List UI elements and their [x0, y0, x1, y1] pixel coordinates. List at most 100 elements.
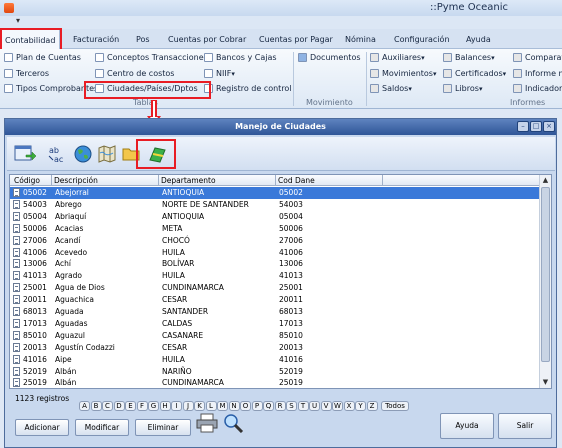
- documentos-button[interactable]: Documentos: [298, 53, 361, 62]
- indicadores-button[interactable]: Indicador: [513, 84, 562, 93]
- letter-filter-button[interactable]: E: [125, 401, 136, 411]
- letter-filter-button[interactable]: L: [205, 401, 217, 411]
- flag-icon[interactable]: [145, 142, 169, 166]
- libros-button[interactable]: Libros: [443, 84, 482, 93]
- centro-de-costos-button[interactable]: Centro de costos: [95, 69, 174, 78]
- scroll-up-icon[interactable]: ▲: [540, 175, 551, 186]
- letter-filter-button[interactable]: B: [90, 401, 102, 411]
- table-row[interactable]: 20013 Agustín Codazzi CESAR 20013: [10, 342, 540, 354]
- tipos-comprobantes-button[interactable]: Tipos Comprobantes: [4, 84, 98, 93]
- column-divider[interactable]: [158, 175, 159, 186]
- table-row[interactable]: 13006 Achí BOLÍVAR 13006: [10, 258, 540, 270]
- table-row[interactable]: 25001 Agua de Dios CUNDINAMARCA 25001: [10, 282, 540, 294]
- print-icon[interactable]: [195, 411, 219, 435]
- vertical-scrollbar[interactable]: ▲ ▼: [539, 175, 551, 388]
- table-row[interactable]: 50006 Acacias META 50006: [10, 223, 540, 235]
- letter-filter-button[interactable]: G: [148, 401, 159, 411]
- table-row[interactable]: 25019 Albán CUNDINAMARCA 25019: [10, 377, 540, 388]
- tab-nomina[interactable]: Nómina: [345, 35, 376, 44]
- letter-filter-button[interactable]: V: [320, 401, 332, 411]
- eliminar-button[interactable]: Eliminar: [135, 419, 191, 436]
- letter-filter-button[interactable]: N: [228, 401, 240, 411]
- comparativos-button[interactable]: Comparati: [513, 53, 562, 62]
- globe-icon[interactable]: [71, 142, 95, 166]
- table-row[interactable]: 85010 Aguazul CASANARE 85010: [10, 330, 540, 342]
- movimientos-button[interactable]: Movimientos: [370, 69, 436, 78]
- spellcheck-icon[interactable]: ab ac: [47, 142, 71, 166]
- modificar-button[interactable]: Modificar: [75, 419, 129, 436]
- table-row[interactable]: 17013 Aguadas CALDAS 17013: [10, 318, 540, 330]
- table-row[interactable]: 41006 Acevedo HUILA 41006: [10, 247, 540, 259]
- auxiliares-button[interactable]: Auxiliares: [370, 53, 425, 62]
- minimize-icon[interactable]: –: [517, 121, 529, 132]
- tab-ayuda[interactable]: Ayuda: [466, 35, 491, 44]
- conceptos-transacciones-button[interactable]: Conceptos Transacciones: [95, 53, 208, 62]
- search-icon[interactable]: [221, 411, 245, 435]
- tab-cuentas-por-cobrar[interactable]: Cuentas por Cobrar: [168, 35, 246, 44]
- column-header-cod-dane[interactable]: Cod Dane: [278, 176, 315, 185]
- map-icon[interactable]: [95, 142, 119, 166]
- column-header-codigo[interactable]: Código: [14, 176, 40, 185]
- letter-filter-button[interactable]: S: [286, 401, 297, 411]
- new-record-icon[interactable]: [13, 142, 37, 166]
- letter-filter-button[interactable]: J: [182, 401, 194, 411]
- certificados-button[interactable]: Certificados: [443, 69, 506, 78]
- letter-filter-button[interactable]: X: [343, 401, 355, 411]
- letter-filter-button[interactable]: T: [297, 401, 309, 411]
- column-header-departamento[interactable]: Departamento: [161, 176, 216, 185]
- letter-filter-button[interactable]: H: [159, 401, 171, 411]
- tab-configuracion[interactable]: Configuración: [394, 35, 450, 44]
- letter-filter-button[interactable]: F: [136, 401, 148, 411]
- niif-button[interactable]: NIIF: [204, 69, 235, 78]
- letter-filter-button[interactable]: P: [251, 401, 263, 411]
- maximize-icon[interactable]: □: [530, 121, 542, 132]
- terceros-button[interactable]: Terceros: [4, 69, 49, 78]
- tab-cuentas-por-pagar[interactable]: Cuentas por Pagar: [259, 35, 333, 44]
- table-row[interactable]: 54003 Abrego NORTE DE SANTANDER 54003: [10, 199, 540, 211]
- column-divider[interactable]: [51, 175, 52, 186]
- letter-filter-button[interactable]: Z: [366, 401, 378, 411]
- letter-filter-button[interactable]: I: [171, 401, 182, 411]
- table-row[interactable]: 68013 Aguada SANTANDER 68013: [10, 306, 540, 318]
- salir-button[interactable]: Salir: [498, 413, 552, 439]
- tab-contabilidad[interactable]: Contabilidad: [0, 29, 61, 50]
- column-divider[interactable]: [275, 175, 276, 186]
- letter-filter-button[interactable]: M: [217, 401, 228, 411]
- plan-de-cuentas-button[interactable]: Plan de Cuentas: [4, 53, 81, 62]
- table-row[interactable]: 05002 Abejorral ANTIOQUIA 05002: [10, 187, 540, 199]
- letter-filter-button[interactable]: Q: [263, 401, 274, 411]
- letter-filter-button[interactable]: D: [113, 401, 125, 411]
- quick-access-dropdown-icon[interactable]: ▾: [16, 16, 20, 25]
- table-row[interactable]: 41013 Agrado HUILA 41013: [10, 270, 540, 282]
- close-icon[interactable]: ×: [543, 121, 555, 132]
- folder-icon[interactable]: [119, 142, 143, 166]
- registro-de-control-button[interactable]: Registro de control: [204, 84, 292, 93]
- letter-filter-button[interactable]: C: [102, 401, 113, 411]
- app-logo-icon[interactable]: [4, 3, 14, 13]
- ciudades-paises-dptos-button[interactable]: Ciudades/Países/Dptos: [95, 84, 198, 93]
- tab-pos[interactable]: Pos: [136, 35, 150, 44]
- scroll-down-icon[interactable]: ▼: [540, 377, 551, 388]
- bancos-y-cajas-button[interactable]: Bancos y Cajas: [204, 53, 277, 62]
- scrollbar-thumb[interactable]: [541, 187, 550, 362]
- table-row[interactable]: 52019 Albán NARIÑO 52019: [10, 366, 540, 378]
- letter-filter-button[interactable]: K: [194, 401, 205, 411]
- column-header-descripcion[interactable]: Descripción: [54, 176, 98, 185]
- saldos-button[interactable]: Saldos: [370, 84, 412, 93]
- letter-filter-button[interactable]: U: [309, 401, 320, 411]
- informe-button[interactable]: Informe m: [513, 69, 562, 78]
- letter-filter-button[interactable]: Y: [355, 401, 366, 411]
- column-divider[interactable]: [382, 175, 383, 186]
- table-row[interactable]: 20011 Aguachica CESAR 20011: [10, 294, 540, 306]
- ayuda-button[interactable]: Ayuda: [440, 413, 494, 439]
- table-row[interactable]: 27006 Acandí CHOCÓ 27006: [10, 235, 540, 247]
- letter-filter-button[interactable]: O: [240, 401, 251, 411]
- adicionar-button[interactable]: Adicionar: [15, 419, 69, 436]
- letter-filter-button[interactable]: W: [332, 401, 343, 411]
- letter-filter-button[interactable]: A: [79, 401, 90, 411]
- todos-filter-button[interactable]: Todos: [381, 401, 409, 411]
- table-row[interactable]: 05004 Abriaquí ANTIOQUIA 05004: [10, 211, 540, 223]
- table-row[interactable]: 41016 Aipe HUILA 41016: [10, 354, 540, 366]
- letter-filter-button[interactable]: R: [274, 401, 286, 411]
- tab-facturacion[interactable]: Facturación: [73, 35, 119, 44]
